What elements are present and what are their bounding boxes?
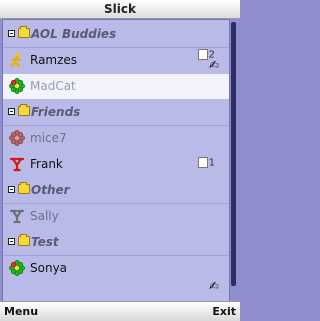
group-aol-buddies[interactable]: AOL Buddies [3, 22, 229, 47]
typing-icon: ✍ [208, 58, 219, 72]
group-label: Friends [31, 105, 81, 119]
aim-runner-icon [10, 52, 22, 68]
contact-frank[interactable]: Frank 1 [3, 152, 229, 177]
contact-list[interactable]: AOL Buddies Ramzes 2 ✍ MadCat Friends mi… [2, 19, 230, 303]
exit-softkey[interactable]: Exit [212, 305, 236, 318]
contact-name: Ramzes [30, 53, 78, 67]
contact-name: Sally [30, 209, 59, 223]
menu-softkey[interactable]: Menu [4, 305, 38, 318]
icq-flower-icon [9, 260, 25, 276]
contact-name: Frank [30, 157, 63, 171]
unread-message-badge: 1 [197, 157, 215, 169]
unread-count: 1 [208, 157, 215, 169]
yahoo-offline-icon [9, 209, 25, 224]
message-icon [197, 157, 208, 168]
contact-name: Sonya [30, 261, 68, 275]
message-icon [197, 49, 208, 60]
folder-icon [18, 234, 30, 246]
contact-name: mice7 [30, 131, 67, 145]
scrollbar[interactable] [231, 22, 236, 286]
folder-icon [18, 26, 30, 38]
contact-sally[interactable]: Sally [3, 204, 229, 229]
group-label: Test [31, 235, 59, 249]
collapse-icon[interactable] [8, 30, 15, 37]
contact-name: MadCat [30, 79, 76, 93]
group-test[interactable]: Test [3, 230, 229, 255]
icq-flower-icon [9, 78, 25, 94]
group-other[interactable]: Other [3, 178, 229, 203]
contact-madcat[interactable]: MadCat [3, 74, 229, 99]
collapse-icon[interactable] [8, 238, 15, 245]
typing-icon: ✍ [208, 279, 219, 293]
group-label: Other [31, 183, 70, 197]
collapse-icon[interactable] [8, 186, 15, 193]
softkey-bar: Menu Exit [0, 301, 240, 321]
collapse-icon[interactable] [8, 108, 15, 115]
folder-icon [18, 104, 30, 116]
group-friends[interactable]: Friends [3, 100, 229, 125]
contact-ramzes[interactable]: Ramzes 2 ✍ [3, 48, 229, 73]
contact-sonya[interactable]: Sonya ✍ [3, 256, 229, 293]
contact-mice7[interactable]: mice7 [3, 126, 229, 151]
folder-icon [18, 182, 30, 194]
app-title: Slick [0, 0, 240, 19]
icq-flower-offline-icon [9, 130, 25, 146]
yahoo-icon [9, 157, 25, 172]
group-label: AOL Buddies [31, 27, 117, 41]
